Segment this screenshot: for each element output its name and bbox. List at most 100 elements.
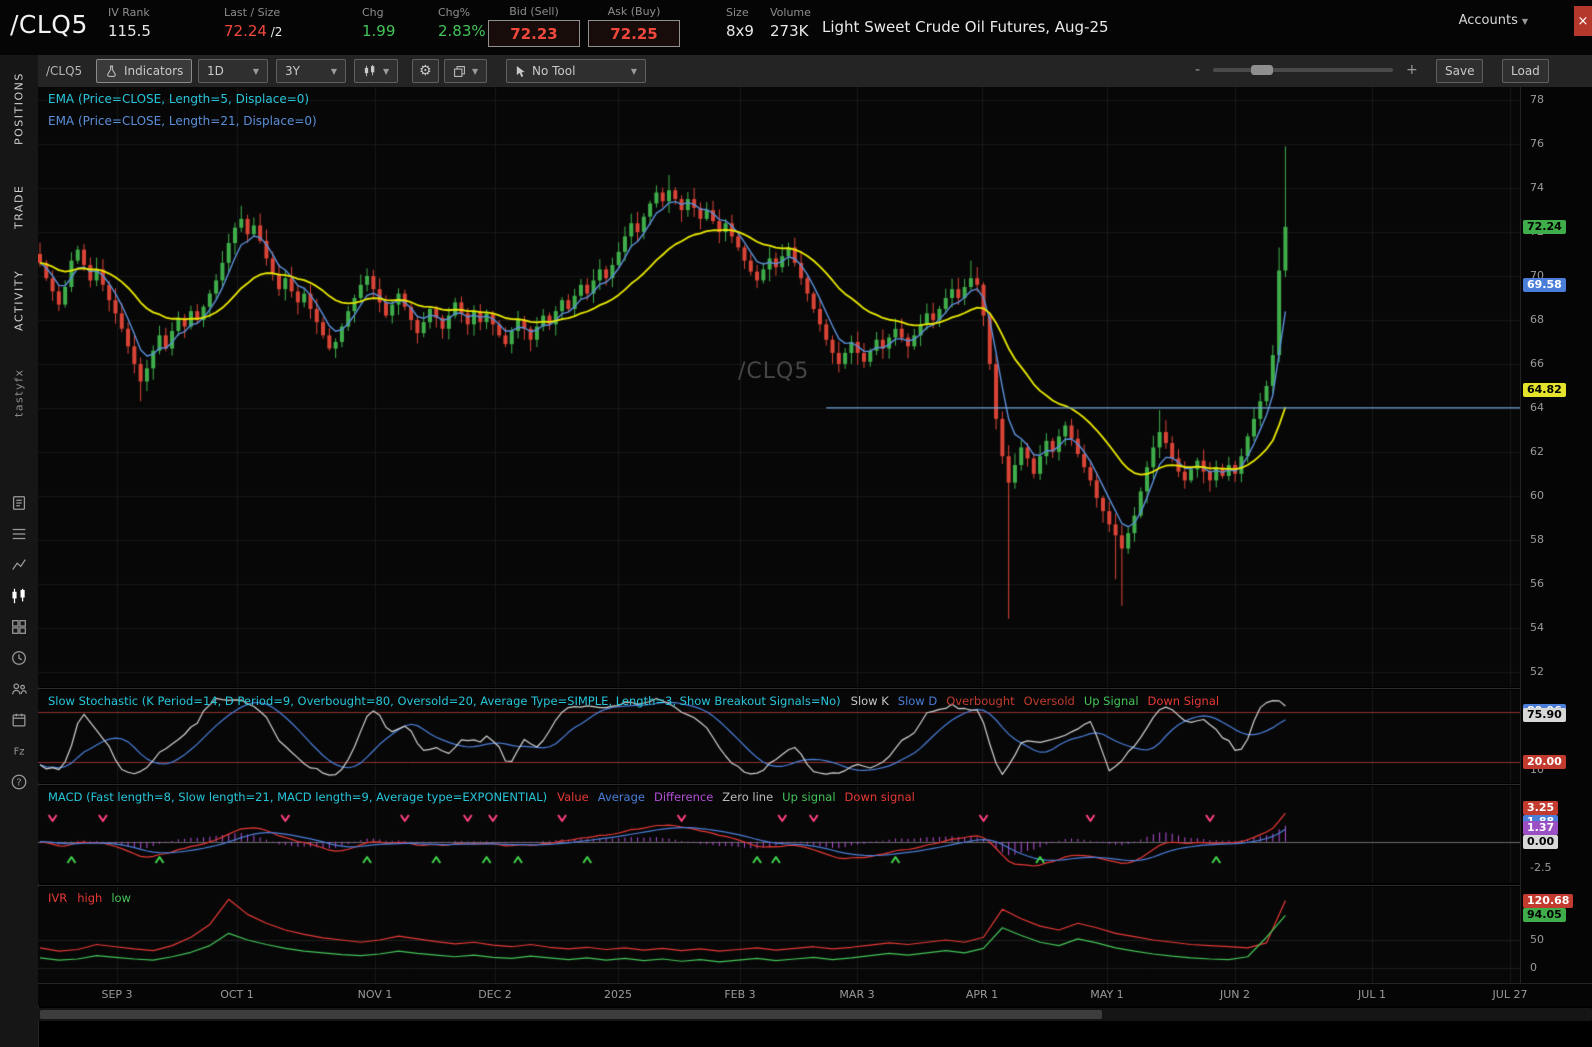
sidebar-tab-trade[interactable]: TRADE (0, 167, 38, 247)
save-label: Save (1445, 64, 1475, 78)
size-label: Size (726, 6, 749, 19)
chevron-down-icon: ▼ (383, 66, 390, 76)
news-icon[interactable] (9, 493, 29, 513)
candlestick-icon (364, 64, 375, 77)
chg-pct-value: 2.83% (438, 22, 486, 40)
chevron-down-icon: ▼ (330, 66, 337, 76)
svg-text:?: ? (16, 778, 21, 789)
last-size-field: Last / Size 72.24 /2 (224, 0, 282, 40)
panel-divider (38, 784, 1592, 785)
timeframe-dropdown[interactable]: 1D ▼ (198, 59, 268, 83)
header-bar: /CLQ5 IV Rank 115.5 Last / Size 72.24 /2… (0, 0, 1592, 56)
size-field: Size 8x9 (726, 0, 754, 40)
axis-tick-label: 64 (1530, 400, 1544, 414)
horizontal-scrollbar[interactable] (38, 1008, 1592, 1021)
axis-price-bubble: 72.24 (1523, 219, 1566, 234)
instrument-description: Light Sweet Crude Oil Futures, Aug-25 (822, 18, 1109, 36)
tab-label: ACTIVITY (12, 269, 26, 331)
range-dropdown[interactable]: 3Y ▼ (276, 59, 346, 83)
iv-rank-label: IV Rank (108, 6, 150, 19)
panel-divider (38, 688, 1592, 689)
axis-tick-label: -2.5 (1530, 860, 1552, 874)
chart-settings-button[interactable]: ⚙ (412, 59, 439, 83)
price-chart-canvas[interactable] (38, 87, 1520, 687)
ask-button[interactable]: 72.25 (588, 20, 680, 47)
axis-tick-label: 50 (1530, 933, 1544, 947)
zoom-out-button[interactable]: - (1195, 62, 1200, 78)
layers-icon (454, 65, 465, 77)
help-icon[interactable]: ? (9, 772, 29, 792)
grid-icon[interactable] (9, 617, 29, 637)
volume-field: Volume 273K (770, 0, 811, 40)
load-button[interactable]: Load (1502, 59, 1549, 83)
bid-button[interactable]: 72.23 (488, 20, 580, 47)
axis-tick-label: 76 (1530, 137, 1544, 151)
ivr-panel-canvas[interactable] (38, 887, 1520, 983)
last-size: /2 (266, 25, 283, 39)
time-axis-label: APR 1 (965, 988, 999, 1001)
accounts-dropdown[interactable]: Accounts ▼ (1459, 13, 1528, 28)
chart-symbol-label: /CLQ5 (46, 64, 83, 78)
axis-price-bubble: 94.05 (1523, 908, 1566, 923)
axis-tick-label: 68 (1530, 312, 1544, 326)
macd-panel-canvas[interactable] (38, 786, 1520, 883)
watchlist-icon[interactable] (9, 524, 29, 544)
axis-tick-label: 78 (1530, 93, 1544, 107)
tool-label: No Tool (532, 64, 576, 78)
price-axis[interactable]: 787674727068666462605856545272.2469.5864… (1520, 87, 1592, 984)
axis-price-bubble: 69.58 (1523, 278, 1566, 293)
time-axis-label: OCT 1 (220, 988, 254, 1001)
drawing-tool-dropdown[interactable]: No Tool ▼ (506, 59, 646, 83)
axis-tick-label: 60 (1530, 488, 1544, 502)
time-axis-label: SEP 3 (101, 988, 133, 1001)
chg-pct-label: Chg% (438, 6, 471, 19)
last-price: 72.24 (224, 22, 267, 40)
sidebar-tab-positions[interactable]: POSITIONS (0, 59, 38, 159)
quotes-icon[interactable] (9, 555, 29, 575)
calendar-icon[interactable] (9, 710, 29, 730)
zoom-slider-track[interactable] (1213, 65, 1393, 75)
chart-icon[interactable] (9, 586, 29, 606)
axis-tick-label: 54 (1530, 620, 1544, 634)
zoom-slider-thumb[interactable] (1251, 65, 1273, 75)
ask-label: Ask (Buy) (607, 5, 661, 18)
community-icon[interactable] (9, 679, 29, 699)
chart-type-dropdown[interactable]: ▼ (354, 59, 399, 83)
chg-value: 1.99 (362, 22, 396, 40)
stochastic-panel-canvas[interactable] (38, 690, 1520, 783)
time-axis-label: NOV 1 (357, 988, 393, 1001)
sidebar-tab-activity[interactable]: ACTIVITY (0, 255, 38, 345)
cursor-icon (516, 65, 525, 77)
scrollbar-thumb[interactable] (40, 1010, 1102, 1019)
chevron-down-icon: ▼ (1521, 17, 1528, 26)
time-axis[interactable]: SEP 3 OCT 1 NOV 1 DEC 2 2025 FEB 3 MAR 3 APR 1 M… (38, 983, 1592, 1006)
axis-tick-label: 74 (1530, 181, 1544, 195)
time-axis-label: 2025 (604, 988, 632, 1001)
tab-label: tastyfx (12, 368, 26, 418)
axis-tick-label: 62 (1530, 444, 1544, 458)
save-button[interactable]: Save (1436, 59, 1484, 83)
time-axis-label: MAY 1 (1090, 988, 1124, 1001)
chg-pct-field: Chg% 2.83% (438, 0, 486, 40)
zoom-in-button[interactable]: + (1406, 62, 1418, 78)
timeframe-value: 1D (207, 64, 224, 78)
axis-price-bubble: 1.37 (1523, 820, 1559, 835)
sidebar-tab-tastyfx[interactable]: tastyfx (0, 351, 38, 435)
panel-divider (38, 885, 1592, 886)
chevron-down-icon: ▼ (630, 66, 637, 76)
futures-fz-icon[interactable]: Fz (9, 741, 29, 761)
chg-label: Chg (362, 6, 384, 19)
close-button[interactable]: × (1574, 6, 1592, 36)
volume-label: Volume (770, 6, 811, 19)
chart-style-dropdown[interactable]: ▼ (444, 59, 488, 83)
axis-price-bubble: 0.00 (1523, 834, 1559, 849)
time-axis-label: MAR 3 (839, 988, 875, 1001)
bid-price: 72.23 (510, 24, 558, 43)
chevron-down-icon: ▼ (252, 66, 259, 76)
time-axis-label: FEB 3 (724, 988, 756, 1001)
last-size-label: Last / Size (224, 6, 281, 19)
history-icon[interactable] (9, 648, 29, 668)
axis-tick-label: 52 (1530, 664, 1544, 678)
trading-platform-window: /CLQ5 IV Rank 115.5 Last / Size 72.24 /2… (0, 0, 1592, 1047)
indicators-button[interactable]: Indicators (96, 59, 193, 83)
